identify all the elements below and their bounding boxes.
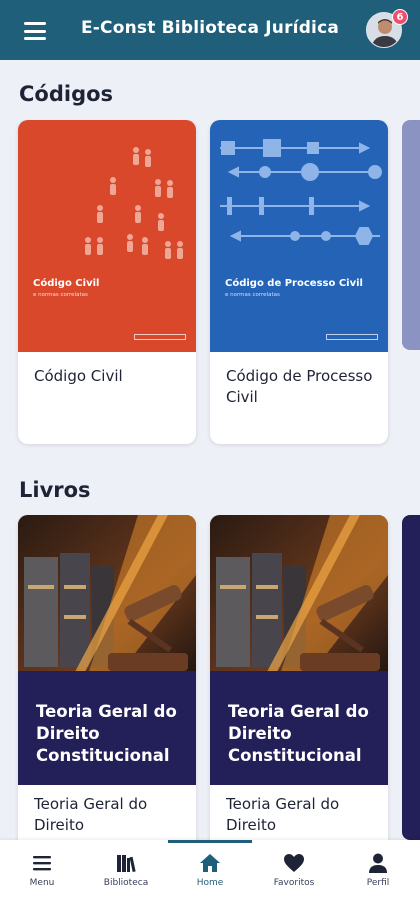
library-icon	[117, 855, 136, 873]
book-cover-codigo-processo-civil: Código de Processo Civil e normas correl…	[210, 120, 388, 352]
menu-icon	[33, 856, 51, 871]
section-title-codigos: Códigos	[19, 82, 114, 106]
book-title: Teoria Geral do Direito	[34, 795, 148, 834]
cover-subtitle: e normas correlatas	[33, 292, 88, 298]
codigos-carousel[interactable]: Código Civil e normas correlatas Código …	[0, 120, 420, 450]
cover-title: Código de Processo Civil	[225, 278, 363, 289]
home-icon	[200, 854, 220, 872]
cover-title: Teoria Geral do Direito Constitucional	[36, 702, 177, 765]
book-card-teoria-geral-2[interactable]: Teoria Geral do Direito Constitucional T…	[210, 515, 388, 840]
book-cover-teoria-geral-2: Teoria Geral do Direito Constitucional	[210, 515, 388, 785]
book-title: Teoria Geral do Direito	[226, 795, 340, 834]
book-cover-codigo-civil: Código Civil e normas correlatas	[18, 120, 196, 352]
nav-item-menu[interactable]: Menu	[0, 840, 84, 900]
book-title: Código Civil	[34, 367, 123, 385]
heart-icon	[284, 854, 304, 872]
nav-item-home[interactable]: Home	[168, 840, 252, 900]
book-card-teoria-geral[interactable]: Teoria Geral do Direito Constitucional T…	[18, 515, 196, 840]
nav-item-biblioteca[interactable]: Biblioteca	[84, 840, 168, 900]
process-diagram-icon	[220, 139, 382, 245]
cover-tag	[134, 334, 186, 340]
cover-title: Código Civil	[33, 278, 100, 289]
cover-subtitle: e normas correlatas	[225, 292, 280, 298]
nav-label: Favoritos	[273, 878, 315, 888]
cover-title: Teoria Geral do Direito Constitucional	[228, 702, 369, 765]
next-card-peek[interactable]	[402, 120, 420, 350]
nav-label: Home	[196, 878, 224, 888]
section-title-livros: Livros	[19, 478, 91, 502]
cover-tag	[326, 334, 378, 340]
next-card-peek[interactable]	[402, 515, 420, 840]
gavel-books-illustration-icon	[210, 515, 388, 685]
app-title: E-Const Biblioteca Jurídica	[80, 18, 340, 38]
book-title: Código de Processo Civil	[226, 367, 373, 406]
notification-badge: 6	[392, 9, 408, 25]
book-card-codigo-processo-civil[interactable]: Código de Processo Civil e normas correl…	[210, 120, 388, 444]
people-illustration-icon	[85, 147, 183, 259]
nav-label: Menu	[29, 878, 55, 888]
nav-item-favoritos[interactable]: Favoritos	[252, 840, 336, 900]
nav-label: Perfil	[366, 878, 390, 888]
bottom-navigation: Menu Biblioteca Home Favoritos Perfil	[0, 840, 420, 900]
livros-carousel[interactable]: Teoria Geral do Direito Constitucional T…	[0, 515, 420, 840]
nav-item-perfil[interactable]: Perfil	[336, 840, 420, 900]
book-cover-teoria-geral: Teoria Geral do Direito Constitucional	[18, 515, 196, 785]
book-card-codigo-civil[interactable]: Código Civil e normas correlatas Código …	[18, 120, 196, 444]
nav-label: Biblioteca	[103, 878, 149, 888]
person-icon	[369, 853, 387, 873]
gavel-books-illustration-icon	[18, 515, 196, 685]
app-bar: E-Const Biblioteca Jurídica 6	[0, 0, 420, 60]
